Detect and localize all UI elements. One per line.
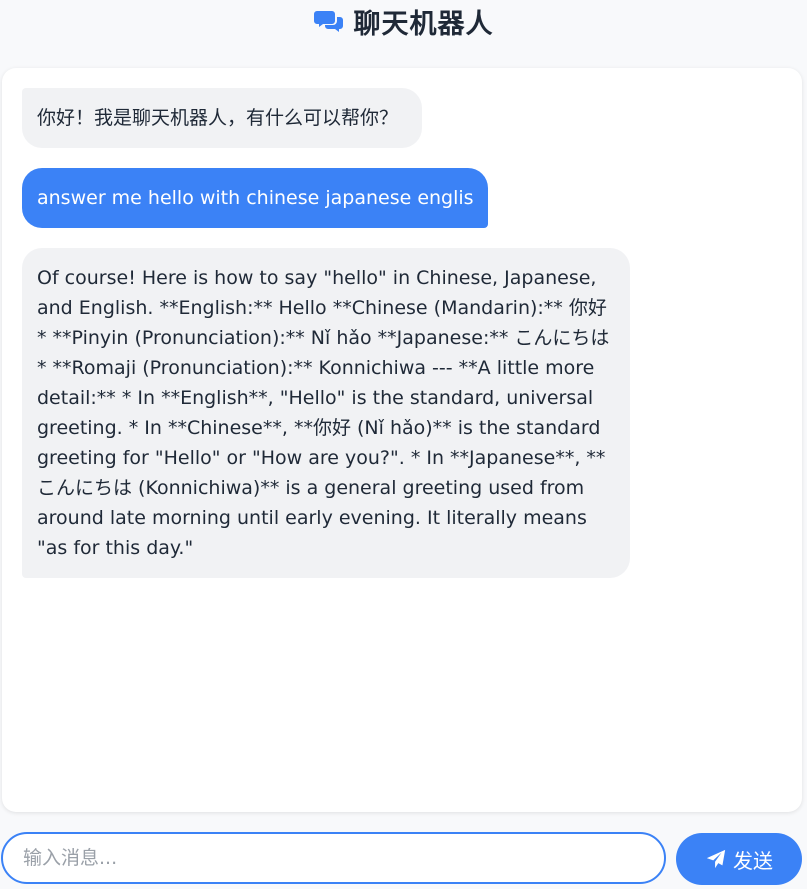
comments-icon <box>313 9 344 33</box>
message-input[interactable] <box>1 832 666 884</box>
bot-message: 你好！我是聊天机器人，有什么可以帮你？ <box>22 88 423 148</box>
user-message: answer me hello with chinese japanese en… <box>22 168 488 228</box>
message-composer: 发送 <box>0 830 807 889</box>
paper-plane-icon <box>705 848 727 870</box>
bot-message: Of course! Here is how to say "hello" in… <box>22 248 630 578</box>
send-button-label: 发送 <box>733 848 773 873</box>
chat-message-panel[interactable]: 你好！我是聊天机器人，有什么可以帮你？ answer me hello with… <box>2 68 802 812</box>
app-header: 聊天机器人 <box>0 0 807 42</box>
page-title: 聊天机器人 <box>353 8 494 40</box>
send-button[interactable]: 发送 <box>676 833 802 885</box>
